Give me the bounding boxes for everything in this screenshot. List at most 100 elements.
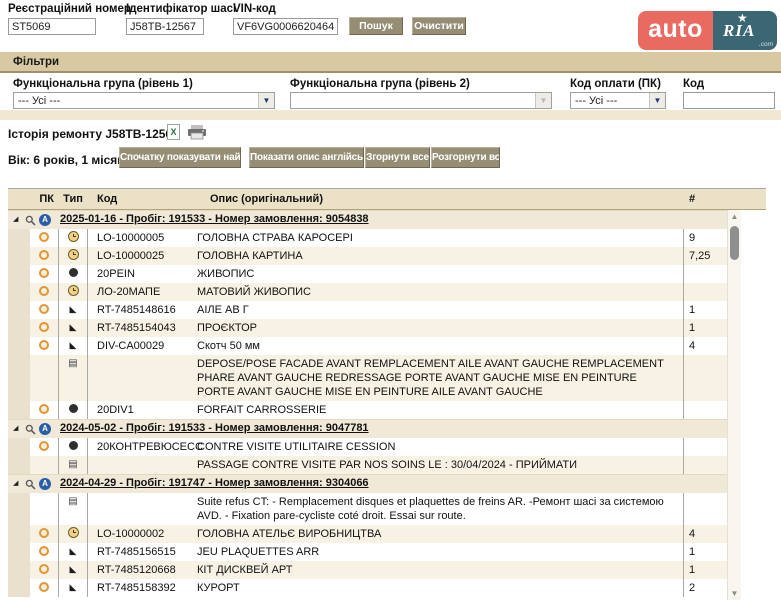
type-cell <box>58 525 88 543</box>
row-qty <box>684 456 727 474</box>
payment-info-icon[interactable] <box>39 340 49 350</box>
payment-info-icon[interactable] <box>39 404 49 414</box>
scroll-down-icon[interactable]: ▼ <box>728 589 741 598</box>
indent-cell <box>8 301 30 319</box>
type-cell: ▤ <box>58 456 88 474</box>
row-description: ГОЛОВНА СТРАВА КАРОСЕРІ <box>190 229 684 247</box>
code-filter-input[interactable] <box>683 92 775 109</box>
scrollbar-thumb[interactable] <box>730 226 739 260</box>
type-cell <box>58 265 88 283</box>
chassis-id-label: Ідентифікатор шасі <box>126 3 236 15</box>
payment-info-icon[interactable] <box>39 441 49 451</box>
payment-info-icon[interactable] <box>39 528 49 538</box>
expand-triangle-icon[interactable]: ◢ <box>13 479 18 487</box>
scroll-up-icon[interactable]: ▲ <box>728 212 741 221</box>
payment-info-icon[interactable] <box>39 322 49 332</box>
logo-auto-part: auto <box>638 11 713 50</box>
row-qty <box>684 438 727 456</box>
row-code <box>88 355 190 401</box>
order-badge-icon[interactable]: A <box>39 214 51 226</box>
search-button[interactable]: Пошук <box>349 17 403 35</box>
clock-icon <box>68 527 79 538</box>
row-description: ПРОЄКТОР <box>190 319 684 337</box>
chassis-id-input[interactable] <box>126 18 204 35</box>
group-title[interactable]: 2024-05-02 - Пробіг: 191533 - Номер замо… <box>60 422 369 434</box>
table-row: LO-10000005ГОЛОВНА СТРАВА КАРОСЕРІ9 <box>8 229 727 247</box>
order-badge-icon[interactable]: A <box>39 478 51 490</box>
order-badge-icon[interactable]: A <box>39 423 51 435</box>
table-row: ЛО-20МАПЕМАТОВИЙ ЖИВОПИС <box>8 283 727 301</box>
vin-input[interactable] <box>233 18 338 35</box>
show-english-button[interactable]: Показати опис англійською <box>249 147 364 168</box>
indent-cell <box>8 283 30 301</box>
group-header-row[interactable]: ◢ A 2024-05-02 - Пробіг: 191533 - Номер за… <box>8 419 727 438</box>
pk-cell <box>30 265 58 283</box>
row-description: FORFAIT CARROSSERIE <box>190 401 684 419</box>
table-row: ▤PASSAGE CONTRE VISITE PAR NOS SOINS LE … <box>8 456 727 474</box>
group-title[interactable]: 2025-01-16 - Пробіг: 191533 - Номер замо… <box>60 213 369 225</box>
type-cell <box>58 229 88 247</box>
expand-triangle-icon[interactable]: ◢ <box>13 424 18 432</box>
payment-info-icon[interactable] <box>39 546 49 556</box>
payment-info-icon[interactable] <box>39 232 49 242</box>
row-code: RT-7485156515 <box>88 543 190 561</box>
type-cell: ◣ <box>58 337 88 355</box>
row-code: RT-7485148616 <box>88 301 190 319</box>
indent-cell <box>8 438 30 456</box>
row-qty: 4 <box>684 337 727 355</box>
chevron-down-icon[interactable]: ▼ <box>258 93 274 108</box>
clear-button[interactable]: Очистити <box>412 17 466 35</box>
part-icon: ◣ <box>70 582 77 592</box>
row-code: RT-7485158392 <box>88 579 190 597</box>
collapse-all-button[interactable]: Згорнути все <box>365 147 430 168</box>
header-desc: Опис (оригінальний) <box>190 193 684 205</box>
func-group2-select[interactable]: ▼ <box>290 92 552 109</box>
magnifier-icon[interactable] <box>25 215 36 226</box>
payment-code-select[interactable]: --- Усі --- ▼ <box>570 92 666 109</box>
select-value: --- Усі --- <box>14 93 258 108</box>
group-header-row[interactable]: ◢ A 2025-01-16 - Пробіг: 191533 - Номер за… <box>8 210 727 229</box>
row-qty: 4 <box>684 525 727 543</box>
reg-number-input[interactable] <box>8 18 96 35</box>
row-qty <box>684 265 727 283</box>
payment-info-icon[interactable] <box>39 304 49 314</box>
chevron-down-icon[interactable]: ▼ <box>649 93 665 108</box>
operation-dot-icon <box>69 441 78 450</box>
payment-info-icon[interactable] <box>39 268 49 278</box>
pk-cell <box>30 579 58 597</box>
indent-cell <box>8 401 30 419</box>
header-code: Код <box>88 193 190 205</box>
func-group1-select[interactable]: --- Усі --- ▼ <box>13 92 275 109</box>
expand-all-button[interactable]: Розгорнути все <box>431 147 500 168</box>
magnifier-icon[interactable] <box>25 424 36 435</box>
payment-info-icon[interactable] <box>39 582 49 592</box>
operation-dot-icon <box>69 404 78 413</box>
payment-info-icon[interactable] <box>39 564 49 574</box>
group-title[interactable]: 2024-04-29 - Пробіг: 191747 - Номер замо… <box>60 477 369 489</box>
magnifier-icon[interactable] <box>25 479 36 490</box>
indent-cell <box>8 493 30 525</box>
pk-cell <box>30 543 58 561</box>
row-qty <box>684 355 727 401</box>
export-excel-icon[interactable]: X <box>167 124 180 140</box>
group-header-row[interactable]: ◢ A 2024-04-29 - Пробіг: 191747 - Номер за… <box>8 474 727 493</box>
autoria-logo[interactable]: auto ★ RIA .com <box>638 11 777 50</box>
payment-info-icon[interactable] <box>39 250 49 260</box>
printer-icon[interactable] <box>188 125 206 143</box>
reg-number-label: Реєстраційний номер <box>8 3 131 15</box>
type-cell: ◣ <box>58 543 88 561</box>
vertical-scrollbar[interactable]: ▲ ▼ <box>727 210 741 600</box>
row-qty <box>684 493 727 525</box>
expand-triangle-icon[interactable]: ◢ <box>13 215 18 223</box>
type-cell: ◣ <box>58 319 88 337</box>
row-description: Suite refus CT: - Remplacement disques e… <box>190 493 684 525</box>
table-row: ◣RT-7485158392КУРОРТ2 <box>8 579 727 597</box>
chevron-down-icon[interactable]: ▼ <box>535 93 551 108</box>
indent-cell <box>8 561 30 579</box>
payment-code-label: Код оплати (ПК) <box>570 78 661 90</box>
type-cell: ▤ <box>58 355 88 401</box>
row-description: JEU PLAQUETTES ARR <box>190 543 684 561</box>
sort-oldest-button[interactable]: Спочатку показувати найст. <box>119 147 241 168</box>
table-row: LO-10000025ГОЛОВНА КАРТИНА7,25 <box>8 247 727 265</box>
payment-info-icon[interactable] <box>39 286 49 296</box>
